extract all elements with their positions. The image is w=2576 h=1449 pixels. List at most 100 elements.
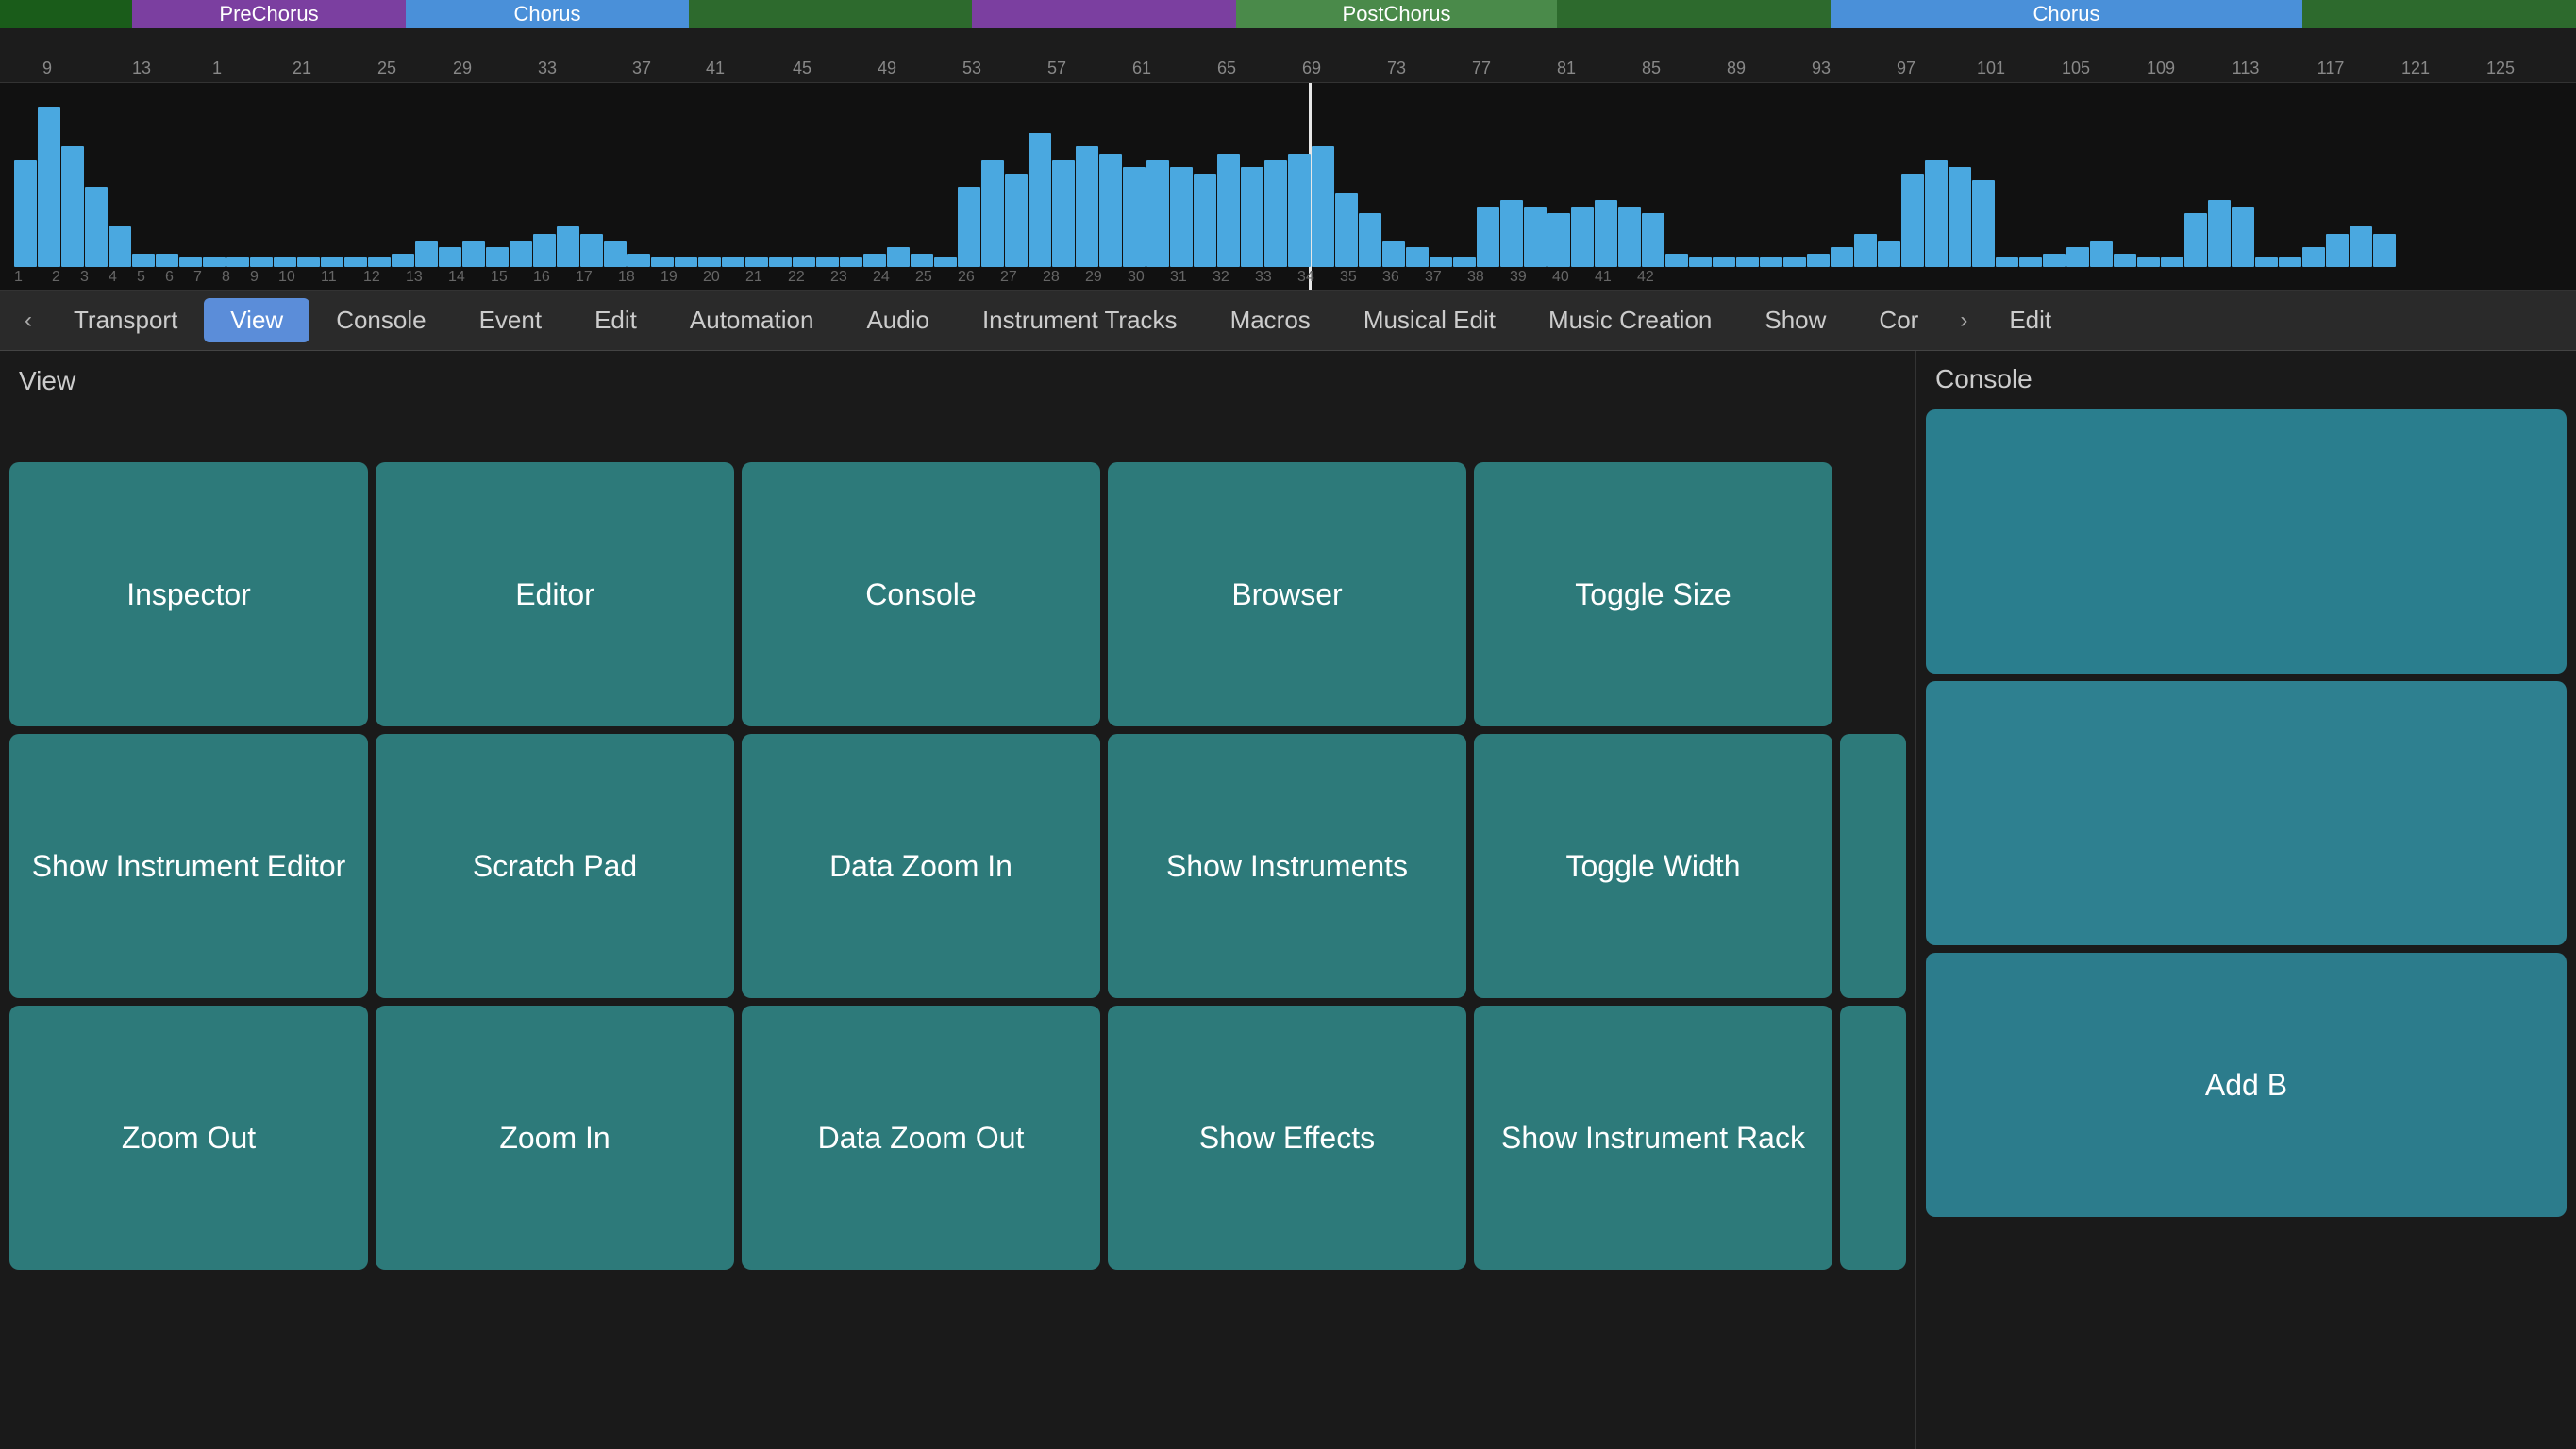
waveform-bar <box>2184 213 2207 267</box>
waveform-bar <box>627 254 650 267</box>
zoom-out-button[interactable]: Zoom Out <box>9 1006 368 1270</box>
pre-chorus-label: PreChorus <box>219 2 318 26</box>
waveform-bar <box>557 226 579 267</box>
waveform-bar <box>1453 257 1476 267</box>
console-grid: Add B <box>1916 409 2576 1217</box>
waveform-bar <box>132 254 155 267</box>
waveform-bar <box>1500 200 1523 267</box>
waveform-bar <box>2208 200 2231 267</box>
content-area: View Inspector Editor Console Browser To… <box>0 351 2576 1449</box>
chorus-label-1: Chorus <box>514 2 581 26</box>
tab-view[interactable]: View <box>204 298 309 342</box>
tab-show[interactable]: Show <box>1738 298 1852 342</box>
app-container: PreChorus Chorus PostChorus Chorus 9 13 … <box>0 0 2576 1449</box>
waveform-bar <box>840 257 862 267</box>
waveform-bar <box>1665 254 1688 267</box>
tab-transport[interactable]: Transport <box>47 298 204 342</box>
waveform-bar <box>1430 257 1452 267</box>
song-section-header: PreChorus Chorus PostChorus Chorus <box>0 0 2576 28</box>
view-panel: View Inspector Editor Console Browser To… <box>0 351 1915 1449</box>
waveform-bar <box>2326 234 2349 267</box>
tab-macros[interactable]: Macros <box>1204 298 1337 342</box>
waveform-bar <box>297 257 320 267</box>
waveform-bar <box>1382 241 1405 267</box>
show-instrument-rack-button[interactable]: Show Instrument Rack <box>1474 1006 1832 1270</box>
console-panel: Console Add B <box>1915 351 2576 1449</box>
console-section-title: Console <box>1935 364 2032 393</box>
grid-row-1: Inspector Editor Console Browser Toggle … <box>9 462 1906 726</box>
add-b-button[interactable]: Add B <box>1926 953 2567 1217</box>
waveform-bar <box>793 257 815 267</box>
waveform-bar <box>2302 247 2325 267</box>
waveform-bar <box>250 257 273 267</box>
tab-edit-2[interactable]: Edit <box>1982 298 2078 342</box>
waveform-bar <box>2255 257 2278 267</box>
tab-cor[interactable]: Cor <box>1852 298 1945 342</box>
grid-row-3: Zoom Out Zoom In Data Zoom Out Show Effe… <box>9 1006 1906 1270</box>
waveform-bar <box>769 257 792 267</box>
tab-nav-prev[interactable]: ‹ <box>9 298 47 343</box>
tab-event[interactable]: Event <box>453 298 569 342</box>
rap-bridge-label: PostChorus <box>1343 2 1451 26</box>
tab-console[interactable]: Console <box>309 298 452 342</box>
waveform-bar <box>1170 167 1193 267</box>
view-section-title: View <box>19 366 75 396</box>
view-grid: Inspector Editor Console Browser Toggle … <box>0 462 1915 1270</box>
waveform-bar <box>14 160 37 267</box>
waveform-bar <box>2279 257 2301 267</box>
tab-music-creation[interactable]: Music Creation <box>1522 298 1738 342</box>
tab-instrument-tracks[interactable]: Instrument Tracks <box>956 298 1204 342</box>
browser-button[interactable]: Browser <box>1108 462 1466 726</box>
waveform-area[interactable]: 1 2 3 4 5 6 7 8 9 10 11 12 13 14 15 16 1… <box>0 83 2576 291</box>
waveform-bar <box>934 257 957 267</box>
waveform-bar <box>2066 247 2089 267</box>
waveform-bar <box>2114 254 2136 267</box>
waveform-bar <box>604 241 627 267</box>
waveform-bar <box>887 247 910 267</box>
tab-nav-next[interactable]: › <box>1945 298 1982 343</box>
show-instrument-editor-button[interactable]: Show Instrument Editor <box>9 734 368 998</box>
waveform-bar <box>2350 226 2372 267</box>
waveform-bar <box>1076 146 1098 267</box>
waveform-bar <box>2043 254 2066 267</box>
waveform-bar <box>1264 160 1287 267</box>
waveform-bar <box>2137 257 2160 267</box>
waveform-bar <box>981 160 1004 267</box>
tab-audio[interactable]: Audio <box>840 298 956 342</box>
waveform-bar <box>1029 133 1051 267</box>
console-button[interactable]: Console <box>742 462 1100 726</box>
waveform-bar <box>1925 160 1948 267</box>
waveform-bar <box>1642 213 1664 267</box>
waveform-bar <box>368 257 391 267</box>
waveform-bar <box>486 247 509 267</box>
waveform-bar <box>392 254 414 267</box>
show-effects-button[interactable]: Show Effects <box>1108 1006 1466 1270</box>
timeline-ruler: 9 13 1 21 25 29 33 37 41 45 49 53 57 61 … <box>0 28 2576 83</box>
data-zoom-out-button[interactable]: Data Zoom Out <box>742 1006 1100 1270</box>
waveform-bar <box>722 257 744 267</box>
waveform-bar <box>1312 146 1334 267</box>
waveform-bar <box>1406 247 1429 267</box>
tab-automation[interactable]: Automation <box>663 298 841 342</box>
console-cell-1[interactable] <box>1926 409 2567 674</box>
waveform-bar <box>1783 257 1806 267</box>
waveform-bar <box>61 146 84 267</box>
waveform-bar <box>321 257 343 267</box>
editor-button[interactable]: Editor <box>376 462 734 726</box>
toggle-size-button[interactable]: Toggle Size <box>1474 462 1832 726</box>
inspector-button[interactable]: Inspector <box>9 462 368 726</box>
waveform-bar <box>1713 257 1735 267</box>
data-zoom-in-button[interactable]: Data Zoom In <box>742 734 1100 998</box>
zoom-in-button[interactable]: Zoom In <box>376 1006 734 1270</box>
waveform-bar <box>1524 207 1547 267</box>
tab-edit[interactable]: Edit <box>568 298 663 342</box>
show-instruments-button[interactable]: Show Instruments <box>1108 734 1466 998</box>
toggle-width-button[interactable]: Toggle Width <box>1474 734 1832 998</box>
waveform-bar <box>462 241 485 267</box>
waveform-bar <box>1901 174 1924 267</box>
console-cell-2[interactable] <box>1926 681 2567 945</box>
waveform-bar <box>156 254 178 267</box>
scratch-pad-button[interactable]: Scratch Pad <box>376 734 734 998</box>
tab-musical-edit[interactable]: Musical Edit <box>1337 298 1522 342</box>
waveform-bar <box>1288 154 1311 267</box>
